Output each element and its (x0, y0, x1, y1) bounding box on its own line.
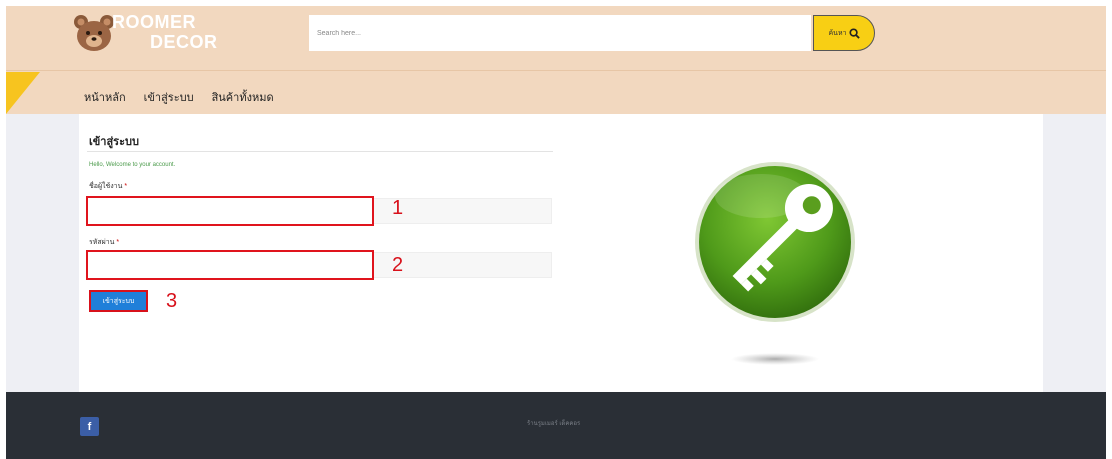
header-accent-shape (6, 72, 40, 114)
search-icon (848, 27, 860, 39)
footer-copyright: ร้านรูมเมอร์ เด็คคอร (527, 421, 581, 427)
facebook-icon[interactable]: f (80, 417, 99, 436)
key-icon (695, 162, 855, 365)
password-label: รหัสผ่าน * (89, 237, 119, 248)
login-title: เข้าสู่ระบบ (89, 136, 139, 148)
nav-login[interactable]: เข้าสู่ระบบ (144, 88, 194, 106)
brand-name-line2: DECOR (150, 32, 218, 52)
brand-logo[interactable]: ROOMER DECOR (72, 10, 222, 56)
welcome-text: Hello, Welcome to your account. (89, 162, 176, 168)
password-field[interactable] (86, 250, 374, 280)
annotation-3: 3 (166, 290, 178, 312)
bear-icon (74, 15, 114, 51)
username-label: ชื่อผู้ใช้งาน * (89, 181, 127, 192)
search-button-label: ค้นหา (828, 29, 847, 37)
search-bar: ค้นหา (309, 15, 875, 51)
nav-all-products[interactable]: สินค้าทั้งหมด (212, 88, 274, 106)
username-label-text: ชื่อผู้ใช้งาน (89, 183, 123, 190)
header-divider (6, 70, 1106, 71)
username-field[interactable] (86, 196, 374, 226)
search-button[interactable]: ค้นหา (813, 15, 875, 51)
title-divider (87, 151, 553, 152)
required-mark: * (124, 183, 128, 190)
brand-name-line1: ROOMER (112, 12, 196, 32)
password-label-text: รหัสผ่าน (89, 239, 115, 246)
required-mark: * (116, 239, 120, 246)
annotation-2: 2 (392, 254, 404, 276)
annotation-1: 1 (392, 197, 404, 219)
search-input[interactable] (309, 15, 811, 51)
nav-home[interactable]: หน้าหลัก (84, 88, 126, 106)
main-nav: หน้าหลัก เข้าสู่ระบบ สินค้าทั้งหมด (84, 88, 274, 106)
login-submit-button[interactable]: เข้าสู่ระบบ (89, 290, 148, 312)
